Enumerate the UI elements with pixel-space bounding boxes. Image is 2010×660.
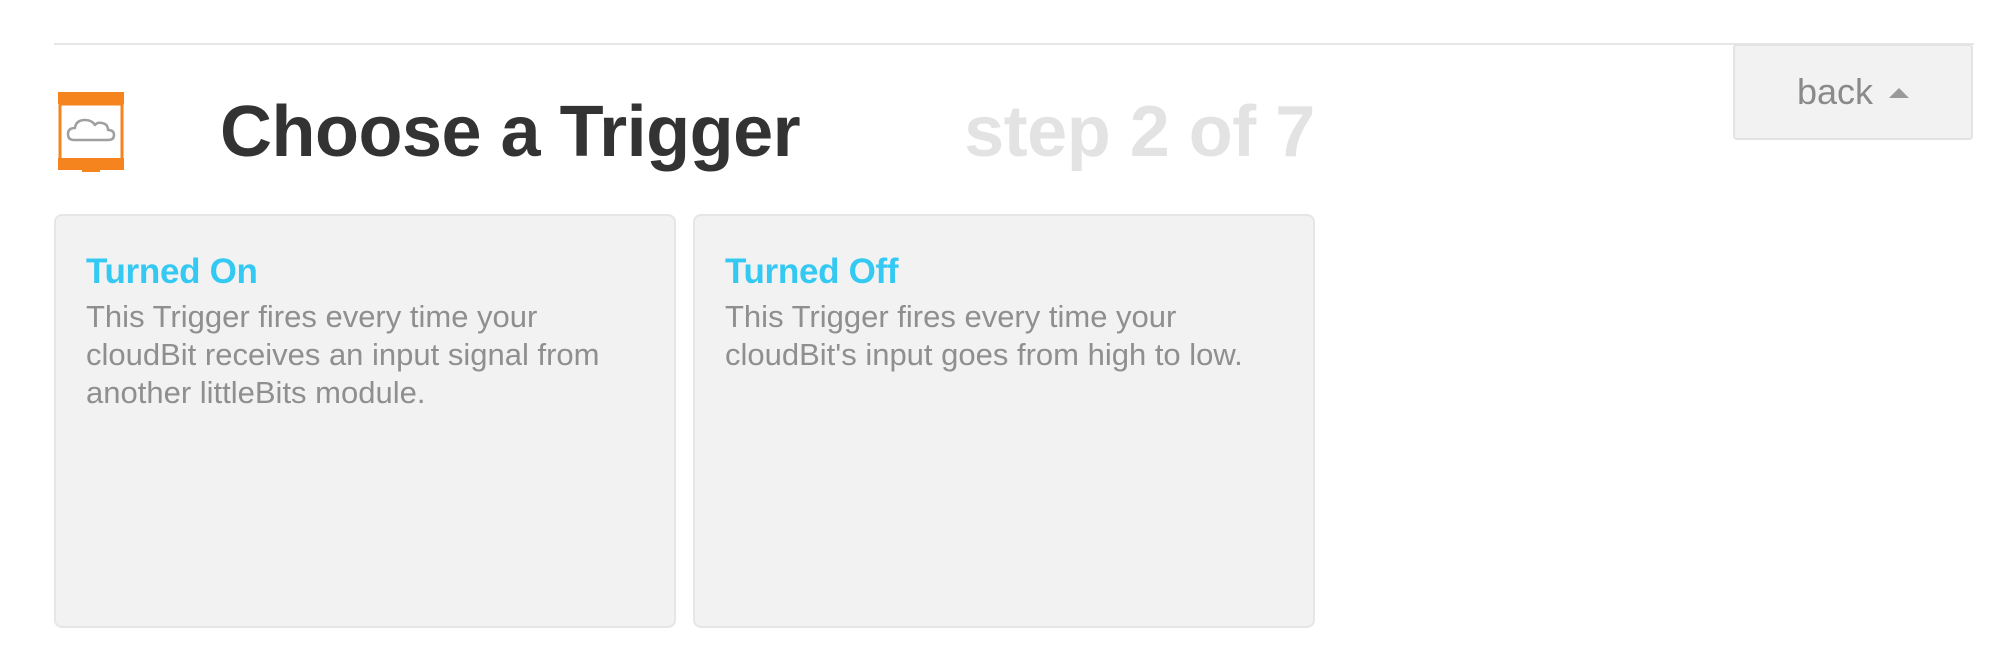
trigger-card-turned-off[interactable]: Turned Off This Trigger fires every time… [693,214,1315,628]
trigger-card-turned-on[interactable]: Turned On This Trigger fires every time … [54,214,676,628]
back-button[interactable]: back [1733,44,1973,140]
caret-up-icon [1889,88,1910,98]
page-header: Choose a Trigger step 2 of 7 [58,90,1315,174]
step-indicator: step 2 of 7 [964,92,1315,172]
cloudbit-service-icon [58,90,124,174]
trigger-description: This Trigger fires every time your cloud… [725,299,1243,372]
back-button-label: back [1796,71,1874,112]
trigger-title[interactable]: Turned Off [725,252,1283,292]
trigger-description: This Trigger fires every time your cloud… [86,299,600,410]
top-divider [54,43,1974,45]
page-title: Choose a Trigger [220,92,801,172]
trigger-title[interactable]: Turned On [86,252,644,292]
